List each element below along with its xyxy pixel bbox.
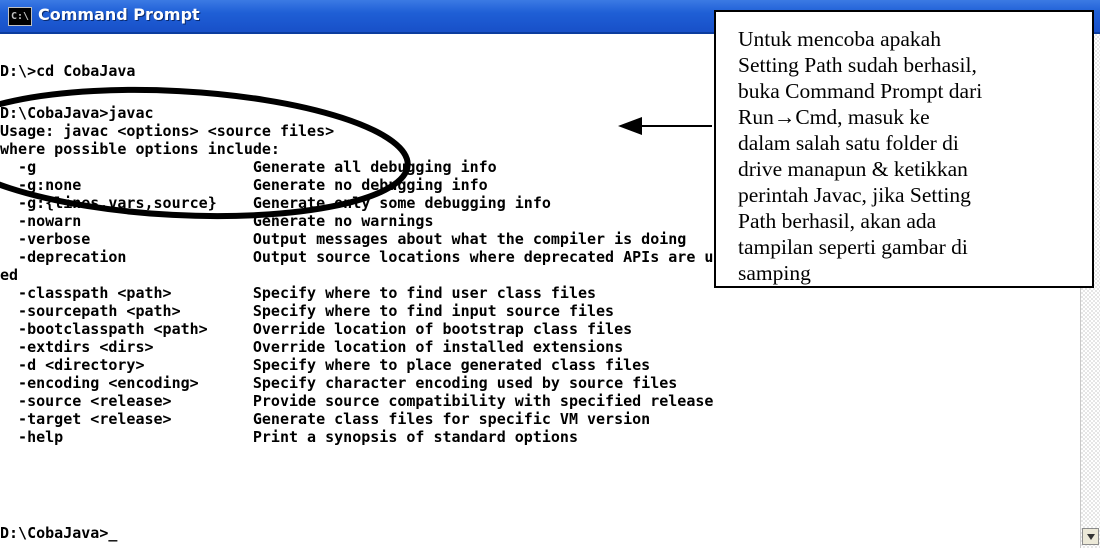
annotation-line: samping	[738, 261, 811, 285]
pointer-arrow-head	[618, 117, 642, 135]
command-prompt-window: C:\ Command Prompt D:\>cd CobaJava D:\Co…	[0, 0, 1100, 548]
annotation-callout: Untuk mencoba apakah Setting Path sudah …	[714, 10, 1094, 288]
highlight-ellipse	[0, 86, 411, 220]
